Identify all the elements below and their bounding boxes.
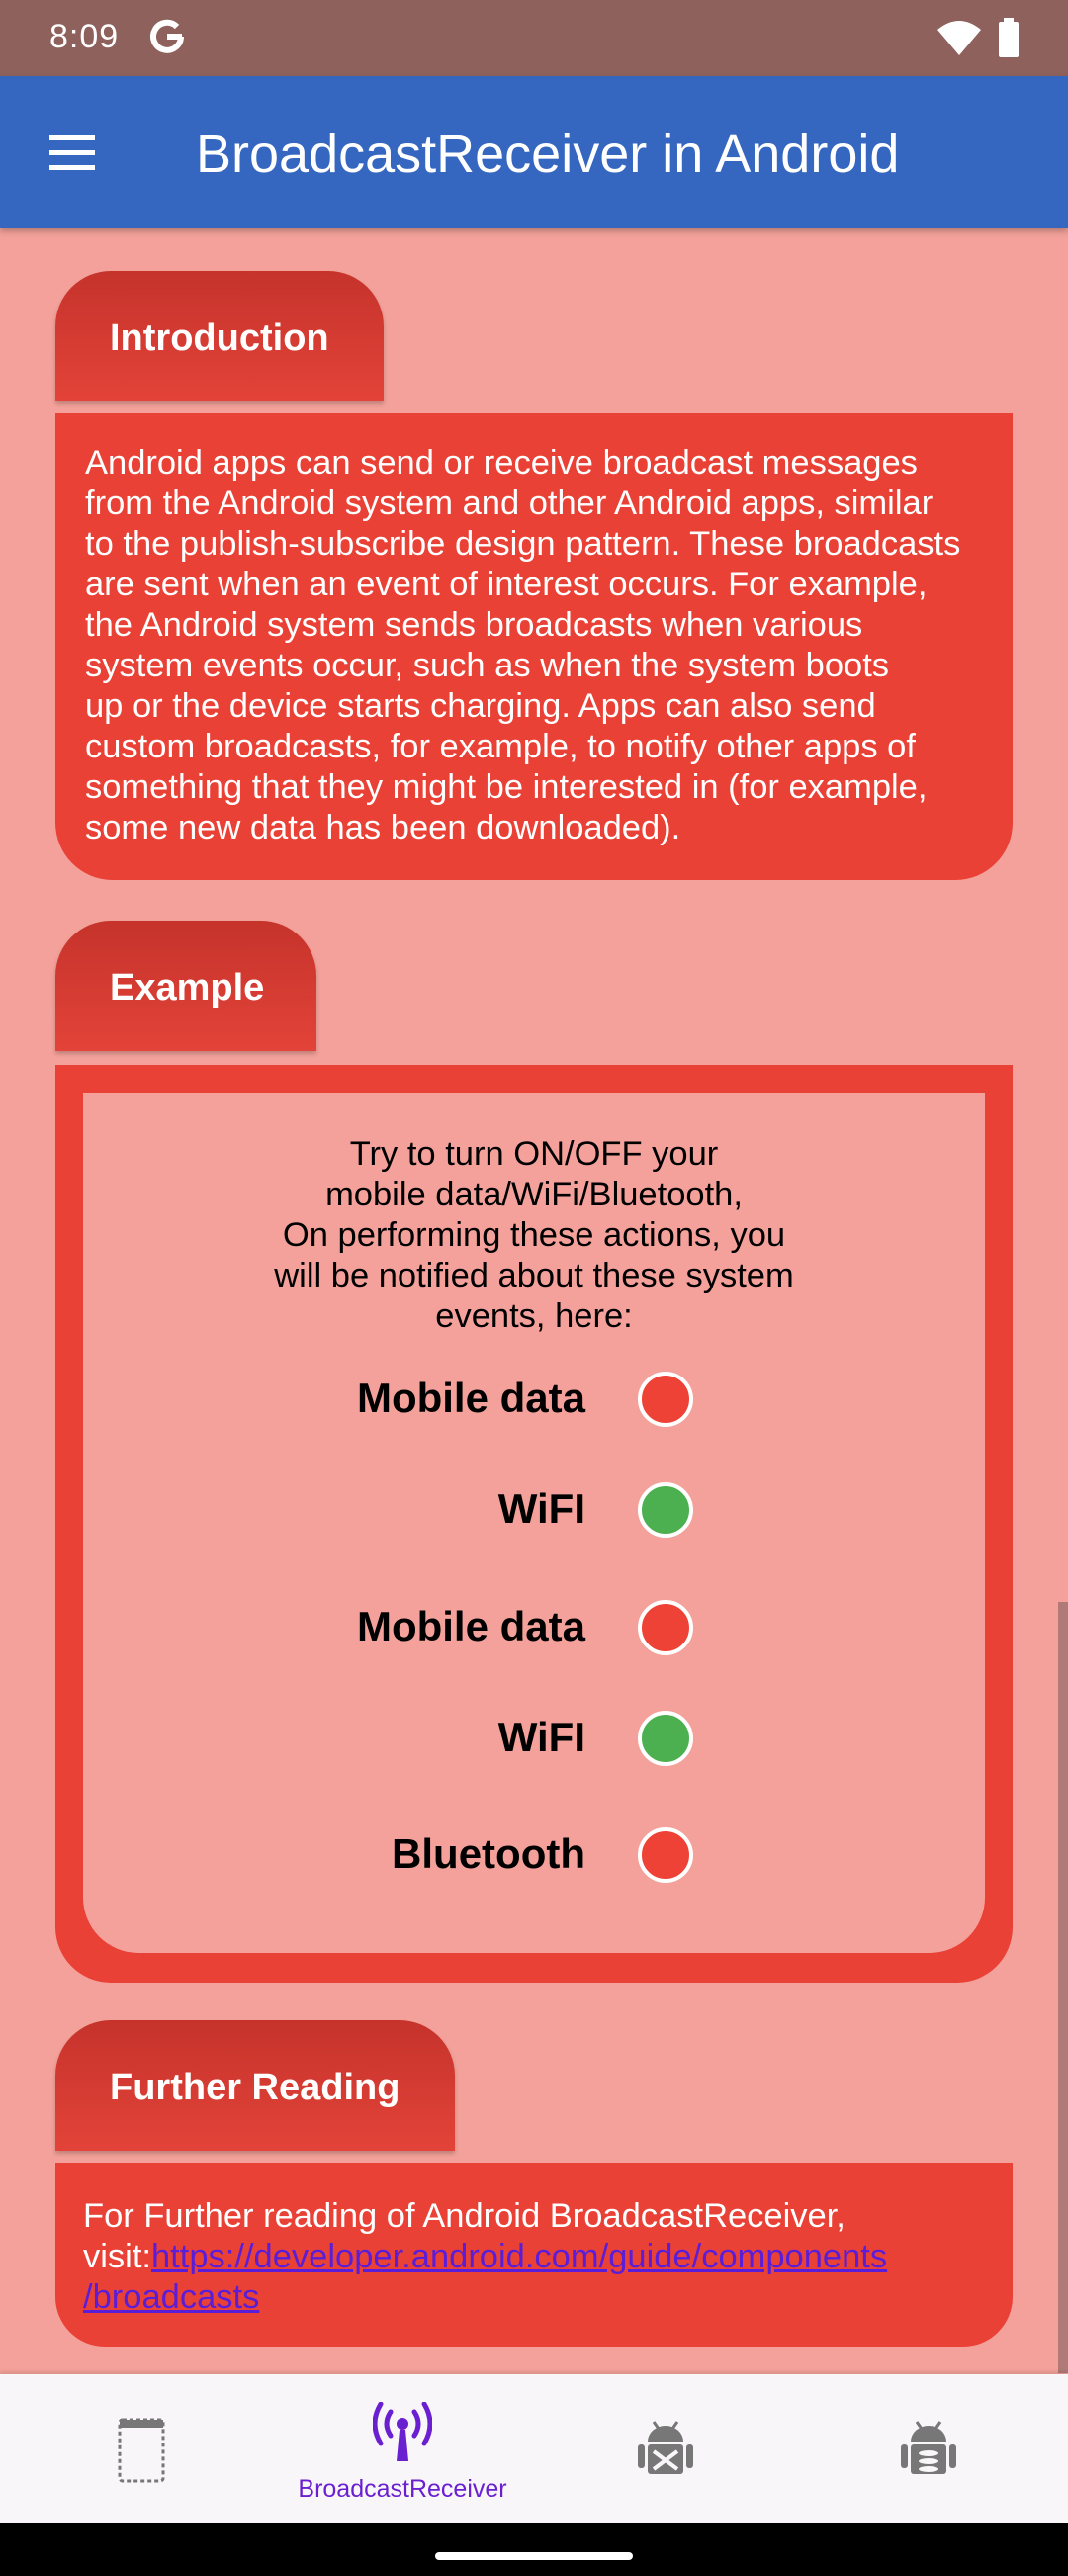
intro-line: something that they might be interested … [85, 768, 928, 806]
status-label: Mobile data [356, 1603, 585, 1649]
instruction-line: will be notified about these system [274, 1257, 794, 1294]
further-reading-panel: For Further reading of Android Broadcast… [55, 2163, 1013, 2347]
instruction-line: events, here: [435, 1297, 633, 1335]
app-bar: BroadcastReceiver in Android [0, 76, 1068, 228]
introduction-heading: Introduction [55, 271, 384, 401]
instruction-line: mobile data/WiFi/Bluetooth, [325, 1176, 743, 1213]
status-row-mobile-data: Mobile data [83, 1364, 985, 1433]
further-reading-link-line: visit:https://developer.android.com/guid… [83, 2237, 985, 2277]
status-label: WiFI [497, 1714, 585, 1760]
further-reading-text: For Further reading of Android Broadcast… [83, 2197, 846, 2235]
visit-prefix: visit: [83, 2238, 151, 2275]
status-row-mobile-data: Mobile data [83, 1592, 985, 1661]
status-indicator-dot [638, 1372, 693, 1427]
status-indicator-dot [638, 1711, 693, 1766]
intro-line: system events occur, such as when the sy… [85, 647, 890, 684]
wifi-icon [937, 21, 981, 55]
hamburger-menu-icon[interactable] [40, 122, 105, 183]
app-title: BroadcastReceiver in Android [196, 125, 900, 184]
activity-screen-icon [118, 2418, 165, 2483]
instruction-line: Try to turn ON/OFF your [349, 1135, 719, 1173]
google-icon [150, 19, 184, 53]
status-indicator-dot [638, 1482, 693, 1538]
nav-label-broadcastreceiver: BroadcastReceiver [298, 2475, 507, 2503]
intro-line: to the publish-subscribe design pattern.… [85, 525, 961, 563]
status-indicator-dot [638, 1600, 693, 1655]
intro-line: are sent when an event of interest occur… [85, 566, 928, 603]
android-service-icon [638, 2421, 693, 2474]
intro-line: some new data has been downloaded). [85, 809, 681, 846]
intro-line: the Android system sends broadcasts when… [85, 606, 863, 644]
content-scroll-area[interactable]: Introduction Android apps can send or re… [0, 228, 1068, 2374]
introduction-panel: Android apps can send or receive broadca… [55, 413, 1013, 880]
status-label: Bluetooth [392, 1830, 585, 1877]
developer-docs-link-cont[interactable]: /broadcasts [83, 2278, 259, 2316]
status-label: Mobile data [356, 1375, 585, 1421]
example-instructions: Try to turn ON/OFF your mobile data/WiFi… [83, 1134, 985, 1337]
nav-item-service[interactable] [532, 2374, 799, 2523]
status-time: 8:09 [49, 18, 120, 55]
intro-line: from the Android system and other Androi… [85, 485, 934, 522]
further-reading-heading: Further Reading [55, 2020, 455, 2151]
home-gesture-handle[interactable] [435, 2552, 633, 2560]
status-label: WiFI [497, 1485, 585, 1532]
example-panel: Try to turn ON/OFF your mobile data/WiFi… [55, 1065, 1013, 1983]
nav-item-provider[interactable] [795, 2374, 1062, 2523]
intro-line: custom broadcasts, for example, to notif… [85, 728, 916, 765]
status-indicator-dot [638, 1827, 693, 1883]
status-row-wifi: WiFI [83, 1474, 985, 1544]
bottom-navigation: BroadcastReceiver [0, 2374, 1068, 2523]
example-heading: Example [55, 921, 316, 1051]
example-inner-card: Try to turn ON/OFF your mobile data/WiFi… [83, 1093, 985, 1953]
broadcast-antenna-icon [373, 2402, 432, 2461]
android-provider-icon [901, 2421, 956, 2474]
developer-docs-link[interactable]: https://developer.android.com/guide/comp… [151, 2238, 887, 2275]
status-row-bluetooth: Bluetooth [83, 1820, 985, 1889]
nav-item-broadcastreceiver[interactable]: BroadcastReceiver [269, 2374, 536, 2523]
intro-line: Android apps can send or receive broadca… [85, 444, 918, 482]
nav-item-activity[interactable] [8, 2374, 275, 2523]
system-gesture-bar [0, 2523, 1068, 2576]
intro-line: up or the device starts charging. Apps c… [85, 687, 876, 725]
status-bar: 8:09 [0, 0, 1068, 76]
status-row-wifi: WiFI [83, 1703, 985, 1772]
battery-icon [999, 18, 1019, 57]
scrollbar[interactable] [1058, 1602, 1068, 2373]
instruction-line: On performing these actions, you [282, 1216, 786, 1254]
